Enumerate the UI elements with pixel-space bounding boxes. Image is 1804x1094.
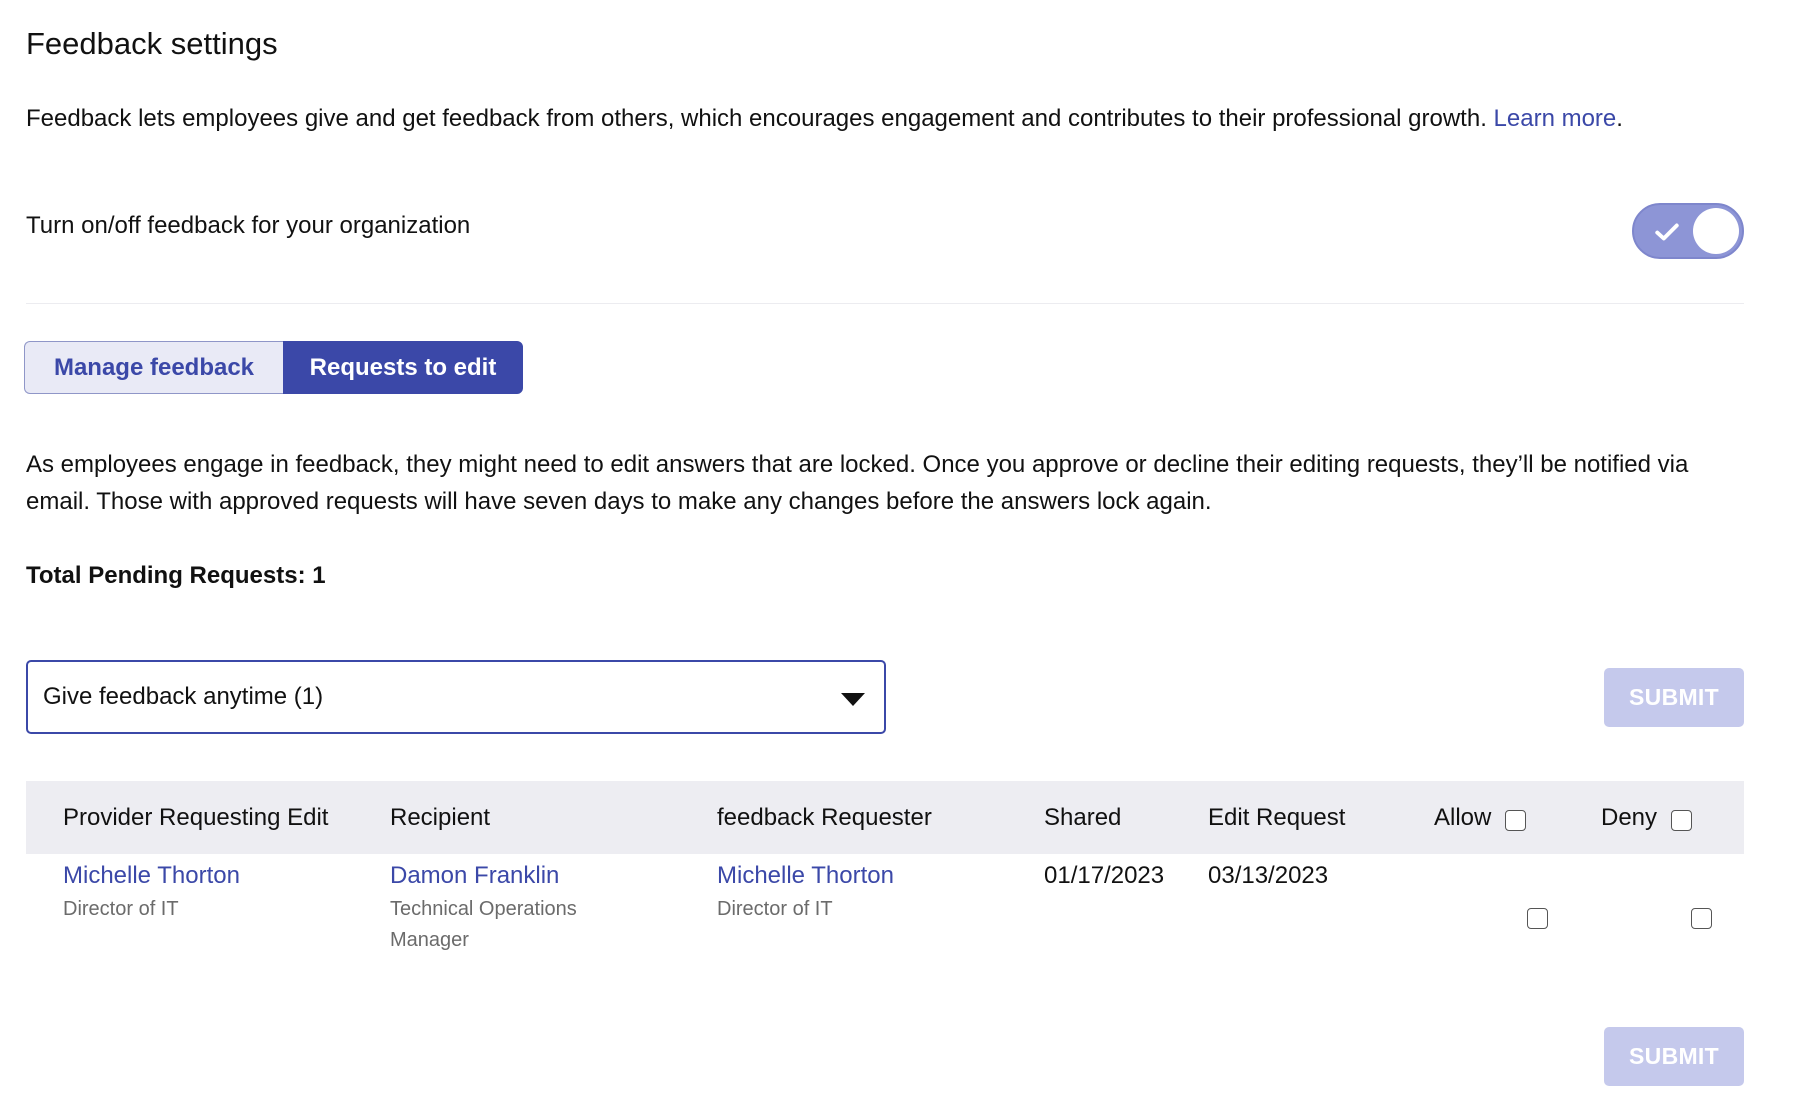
- requester-role: Director of IT: [717, 898, 833, 920]
- submit-button-bottom[interactable]: SUBMIT: [1604, 1027, 1744, 1086]
- allow-checkbox[interactable]: [1527, 908, 1548, 929]
- recipient-role: Technical Operations Manager: [390, 898, 577, 951]
- provider-role: Director of IT: [63, 898, 179, 920]
- page-title: Feedback settings: [26, 26, 278, 61]
- col-deny-label: Deny: [1601, 803, 1658, 831]
- intro-text-end: .: [1616, 105, 1623, 132]
- tab-manage-feedback[interactable]: Manage feedback: [24, 341, 283, 394]
- feedback-toggle-label: Turn on/off feedback for your organizati…: [26, 212, 471, 239]
- cell-recipient: Damon Franklin Technical Operations Mana…: [390, 854, 635, 956]
- feedback-toggle[interactable]: [1632, 203, 1744, 259]
- col-allow: Allow: [1434, 781, 1527, 854]
- toggle-knob: [1693, 208, 1739, 254]
- col-shared: Shared: [1044, 803, 1122, 831]
- table-header: Provider Requesting Edit Recipient feedb…: [26, 781, 1744, 854]
- col-edit-request: Edit Request: [1208, 803, 1346, 831]
- tab-requests-to-edit[interactable]: Requests to edit: [283, 341, 523, 394]
- section-divider: [26, 303, 1744, 304]
- feedback-type-selected: Give feedback anytime (1): [43, 683, 324, 710]
- col-deny: Deny: [1601, 781, 1693, 854]
- recipient-name-link[interactable]: Damon Franklin: [390, 862, 635, 890]
- allow-all-checkbox[interactable]: [1505, 810, 1527, 831]
- learn-more-link[interactable]: Learn more: [1494, 105, 1617, 132]
- submit-button-top[interactable]: SUBMIT: [1604, 668, 1744, 727]
- table-row: Michelle Thorton Director of IT Damon Fr…: [26, 854, 1744, 1054]
- intro-text: Feedback lets employees give and get fee…: [26, 100, 1744, 137]
- requests-table: Provider Requesting Edit Recipient feedb…: [26, 781, 1744, 1054]
- col-recipient: Recipient: [390, 803, 491, 831]
- feedback-type-select[interactable]: Give feedback anytime (1): [26, 660, 886, 734]
- intro-text-body: Feedback lets employees give and get fee…: [26, 105, 1494, 132]
- requester-name-link[interactable]: Michelle Thorton: [717, 862, 1027, 890]
- pending-requests-count: Total Pending Requests: 1: [26, 562, 326, 589]
- cell-requester: Michelle Thorton Director of IT: [717, 854, 1027, 925]
- requests-description: As employees engage in feedback, they mi…: [26, 451, 1689, 515]
- deny-checkbox[interactable]: [1691, 908, 1712, 929]
- col-allow-label: Allow: [1434, 803, 1492, 831]
- col-provider: Provider Requesting Edit: [63, 803, 329, 831]
- caret-down-icon: [841, 693, 865, 706]
- provider-name-link[interactable]: Michelle Thorton: [63, 862, 373, 890]
- check-icon: [1655, 223, 1679, 241]
- deny-all-checkbox[interactable]: [1671, 810, 1693, 831]
- cell-shared: 01/17/2023: [1044, 854, 1164, 890]
- cell-edit-request: 03/13/2023: [1208, 854, 1328, 890]
- edit-request-date: 03/13/2023: [1208, 862, 1329, 889]
- col-requester: feedback Requester: [717, 803, 932, 831]
- cell-provider: Michelle Thorton Director of IT: [63, 854, 373, 925]
- tab-group: Manage feedback Requests to edit: [24, 341, 523, 394]
- shared-date: 01/17/2023: [1044, 862, 1165, 889]
